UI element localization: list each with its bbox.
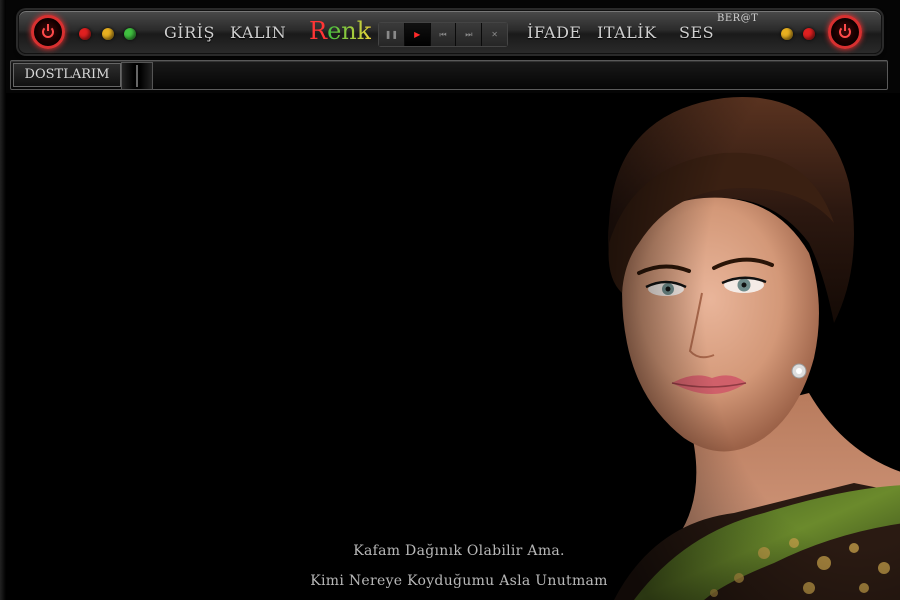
woman-portrait-image: [594, 93, 900, 600]
tab-strip: DOSTLARIM: [10, 60, 888, 90]
app-window: GİRİŞ KALIN Renk ❚❚ ▶ ⏮ ⏭ ✕ İFADE ITALİK…: [0, 0, 900, 600]
previous-icon[interactable]: ⏮: [430, 23, 457, 46]
yellow-indicator-dot-right[interactable]: [781, 28, 793, 40]
pause-icon[interactable]: ❚❚: [379, 23, 405, 46]
green-indicator-dot[interactable]: [124, 28, 136, 40]
nav-italik[interactable]: ITALİK: [597, 23, 657, 42]
username-label: BER@T: [717, 13, 759, 24]
renk-first-letter: R: [309, 17, 328, 45]
red-indicator-dot[interactable]: [79, 28, 91, 40]
top-toolbar: GİRİŞ KALIN Renk ❚❚ ▶ ⏮ ⏭ ✕ İFADE ITALİK…: [18, 10, 882, 54]
shuffle-icon[interactable]: ✕: [482, 23, 507, 46]
tab-dostlarim[interactable]: DOSTLARIM: [13, 63, 121, 87]
nav-renk[interactable]: Renk: [309, 17, 371, 45]
nav-kalin[interactable]: KALIN: [230, 23, 286, 42]
yellow-indicator-dot[interactable]: [102, 28, 114, 40]
renk-rest: enk: [327, 17, 372, 45]
power-icon: [42, 24, 54, 38]
tab-scroll-handle[interactable]: [121, 62, 153, 90]
nav-giris[interactable]: GİRİŞ: [164, 23, 215, 42]
nav-ses[interactable]: SES: [679, 23, 714, 42]
left-power-button[interactable]: [31, 15, 65, 49]
next-icon[interactable]: ⏭: [456, 23, 483, 46]
power-icon: [839, 24, 851, 38]
red-indicator-dot-right[interactable]: [803, 28, 815, 40]
caption-line-2: Kimi Nereye Koyduğumu Asla Unutmam: [310, 573, 608, 589]
right-power-button[interactable]: [828, 15, 862, 49]
left-frame-edge: [0, 0, 6, 600]
nav-ifade[interactable]: İFADE: [527, 23, 582, 42]
media-player-controls: ❚❚ ▶ ⏮ ⏭ ✕: [378, 22, 508, 47]
play-icon[interactable]: ▶: [404, 23, 431, 46]
chat-content-area: Kafam Dağınık Olabilir Ama. Kimi Nereye …: [0, 93, 900, 600]
caption-line-1: Kafam Dağınık Olabilir Ama.: [353, 543, 565, 559]
